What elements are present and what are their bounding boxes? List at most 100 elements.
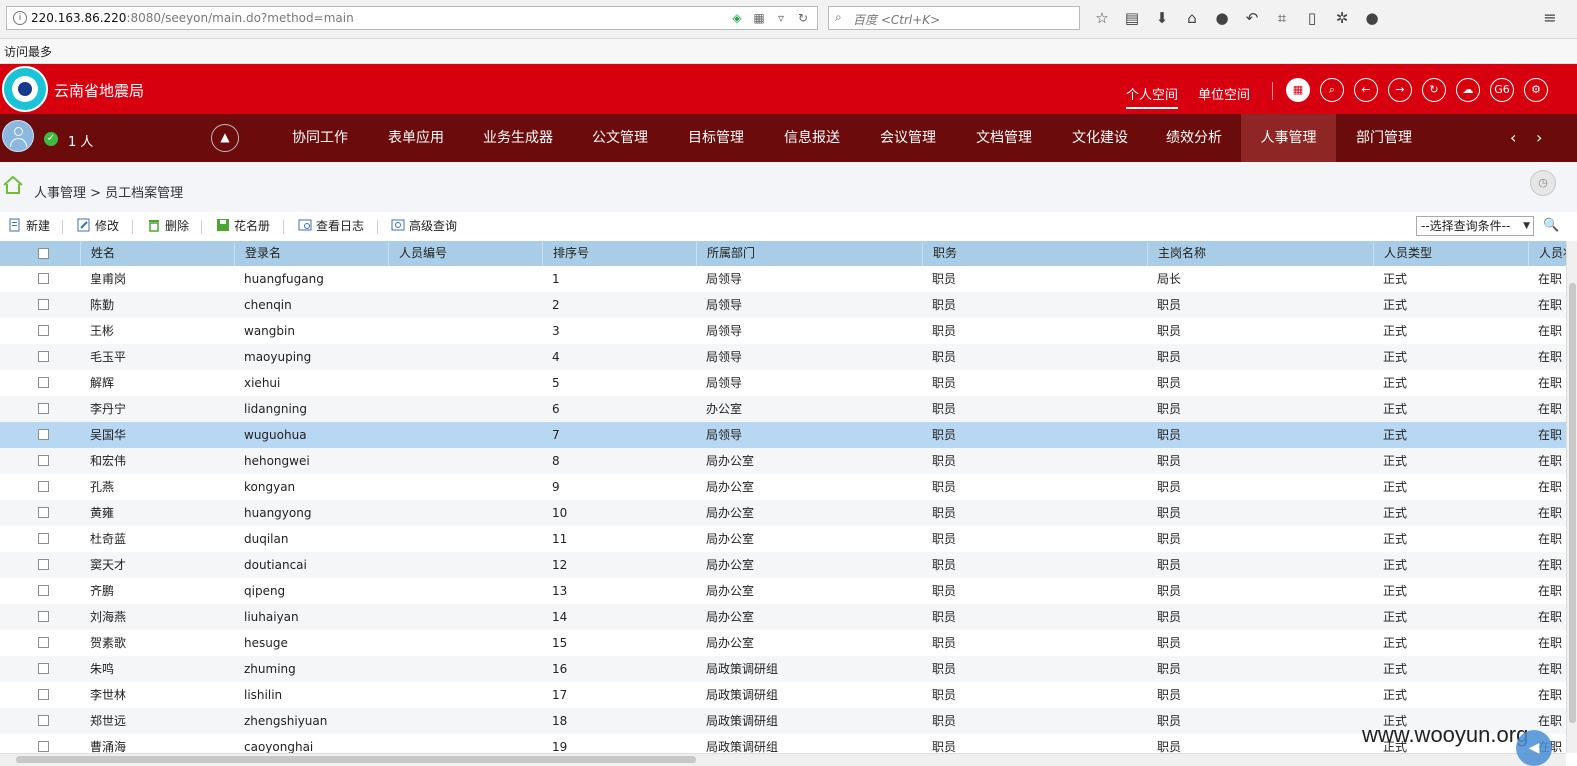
new-button[interactable]: 新建 [8, 217, 50, 234]
navigation-arrow-icon[interactable]: ▲ [211, 124, 239, 152]
search-icon[interactable]: 🔍 [1543, 218, 1559, 233]
table-row[interactable]: 窦天才 doutiancai 12 局办公室 职员 职员 正式 在职 [0, 552, 1566, 578]
chat-icon[interactable]: ● [1212, 8, 1232, 28]
nav-item-form-app[interactable]: 表单应用 [368, 114, 464, 162]
vertical-scrollbar[interactable] [1566, 241, 1577, 753]
delete-button[interactable]: 删除 [147, 217, 189, 234]
table-row[interactable]: 郑世远 zhengshiyuan 18 局政策调研组 职员 职员 正式 在职 [0, 708, 1566, 734]
qrcode-icon[interactable]: ▦ [751, 10, 767, 26]
star-icon[interactable]: ☆ [1092, 8, 1112, 28]
horizontal-scrollbar[interactable] [0, 753, 1566, 766]
search-icon[interactable]: ⌕ [1320, 78, 1344, 102]
row-checkbox[interactable] [38, 481, 49, 492]
column-header-sort-no[interactable]: 排序号 [542, 241, 696, 266]
shield-icon[interactable]: ◈ [729, 10, 745, 26]
row-checkbox[interactable] [38, 689, 49, 700]
row-checkbox[interactable] [38, 715, 49, 726]
home-icon[interactable]: ⌂ [1182, 8, 1202, 28]
download-icon[interactable]: ⬇ [1152, 8, 1172, 28]
row-checkbox[interactable] [38, 377, 49, 388]
row-checkbox[interactable] [38, 429, 49, 440]
row-checkbox[interactable] [38, 351, 49, 362]
table-row[interactable]: 贺素歌 hesuge 15 局办公室 职员 职员 正式 在职 [0, 630, 1566, 656]
settings-icon[interactable]: ⚙ [1524, 78, 1548, 102]
online-count[interactable]: 1 人 [68, 131, 93, 150]
column-header-employee-no[interactable]: 人员编号 [388, 241, 542, 266]
grid-icon[interactable]: ▦ [1286, 78, 1310, 102]
table-row[interactable]: 吴国华 wuguohua 7 局领导 职员 职员 正式 在职 [0, 422, 1566, 448]
row-checkbox[interactable] [38, 637, 49, 648]
row-checkbox[interactable] [38, 299, 49, 310]
forward-icon[interactable]: → [1388, 78, 1412, 102]
bookmark-most-visited[interactable]: 访问最多 [4, 43, 52, 60]
nav-item-hr[interactable]: 人事管理 [1241, 114, 1336, 162]
row-checkbox[interactable] [38, 507, 49, 518]
reading-list-icon[interactable]: ▤ [1122, 8, 1142, 28]
edit-button[interactable]: 修改 [77, 217, 119, 234]
table-row[interactable]: 黄雍 huangyong 10 局办公室 职员 职员 正式 在职 [0, 500, 1566, 526]
nav-item-collaboration[interactable]: 协同工作 [272, 114, 368, 162]
nav-item-docs[interactable]: 文档管理 [956, 114, 1052, 162]
site-info-icon[interactable]: i [13, 11, 27, 25]
clock-icon[interactable]: ◷ [1530, 170, 1556, 196]
table-row[interactable]: 陈勤 chenqin 2 局领导 职员 职员 正式 在职 [0, 292, 1566, 318]
nav-item-info-report[interactable]: 信息报送 [764, 114, 860, 162]
table-row[interactable]: 杜奇蓝 duqilan 11 局办公室 职员 职员 正式 在职 [0, 526, 1566, 552]
back-icon[interactable]: ← [1354, 78, 1378, 102]
extension-icon[interactable]: ✲ [1332, 8, 1352, 28]
tab-personal-space[interactable]: 个人空间 [1126, 84, 1179, 109]
message-icon[interactable]: ● [1362, 8, 1382, 28]
view-log-button[interactable]: 查看日志 [298, 217, 364, 234]
g6-icon[interactable]: G6 [1490, 78, 1514, 102]
menu-icon[interactable]: ≡ [1540, 8, 1560, 28]
nav-item-performance[interactable]: 绩效分析 [1146, 114, 1242, 162]
table-row[interactable]: 孔燕 kongyan 9 局办公室 职员 职员 正式 在职 [0, 474, 1566, 500]
table-row[interactable]: 李世林 lishilin 17 局政策调研组 职员 职员 正式 在职 [0, 682, 1566, 708]
url-text[interactable]: 220.163.86.220:8080/seeyon/main.do?metho… [31, 11, 354, 25]
row-checkbox[interactable] [38, 325, 49, 336]
url-bar[interactable]: i 220.163.86.220:8080/seeyon/main.do?met… [6, 6, 818, 30]
row-checkbox[interactable] [38, 741, 49, 752]
column-header-main-post[interactable]: 主岗名称 [1147, 241, 1373, 266]
chevron-right-icon[interactable]: › [1536, 128, 1542, 147]
browser-search-input[interactable]: ⌕ 百度 <Ctrl+K> [828, 6, 1080, 30]
row-checkbox[interactable] [38, 455, 49, 466]
row-checkbox[interactable] [38, 403, 49, 414]
nav-item-document[interactable]: 公文管理 [572, 114, 668, 162]
nav-item-meeting[interactable]: 会议管理 [860, 114, 956, 162]
advanced-query-button[interactable]: 高级查询 [391, 217, 457, 234]
column-header-department[interactable]: 所属部门 [696, 241, 922, 266]
query-condition-select[interactable]: --选择查询条件-- ▼ [1416, 216, 1534, 236]
table-row[interactable]: 皇甫岗 huangfugang 1 局领导 职员 局长 正式 在职 [0, 266, 1566, 292]
cloud-icon[interactable]: ☁ [1456, 78, 1480, 102]
row-checkbox[interactable] [38, 533, 49, 544]
reload-icon[interactable]: ↻ [795, 10, 811, 26]
table-row[interactable]: 齐鹏 qipeng 13 局办公室 职员 职员 正式 在职 [0, 578, 1566, 604]
chevron-left-icon[interactable]: ‹ [1510, 128, 1516, 147]
dropdown-icon[interactable]: ▿ [773, 10, 789, 26]
column-header-staff-type[interactable]: 人员类型 [1373, 241, 1528, 266]
table-row[interactable]: 朱鸣 zhuming 16 局政策调研组 职员 职员 正式 在职 [0, 656, 1566, 682]
row-checkbox[interactable] [38, 559, 49, 570]
user-avatar[interactable] [2, 120, 34, 152]
undo-icon[interactable]: ↶ [1242, 8, 1262, 28]
tab-unit-space[interactable]: 单位空间 [1198, 84, 1250, 109]
home-icon[interactable] [2, 174, 24, 196]
column-header-login[interactable]: 登录名 [234, 241, 388, 266]
page-icon[interactable]: ▯ [1302, 8, 1322, 28]
column-header-name[interactable]: 姓名 [80, 241, 234, 266]
refresh-icon[interactable]: ↻ [1422, 78, 1446, 102]
table-row[interactable]: 毛玉平 maoyuping 4 局领导 职员 职员 正式 在职 [0, 344, 1566, 370]
table-row[interactable]: 解辉 xiehui 5 局领导 职员 职员 正式 在职 [0, 370, 1566, 396]
nav-item-business-generator[interactable]: 业务生成器 [464, 114, 572, 162]
speaker-icon[interactable]: ◀ [1516, 730, 1552, 766]
table-row[interactable]: 李丹宁 lidangning 6 办公室 职员 职员 正式 在职 [0, 396, 1566, 422]
nav-item-culture[interactable]: 文化建设 [1052, 114, 1148, 162]
select-all-checkbox[interactable] [38, 248, 49, 259]
row-checkbox[interactable] [38, 663, 49, 674]
row-checkbox[interactable] [38, 273, 49, 284]
column-header-position[interactable]: 职务 [922, 241, 1147, 266]
row-checkbox[interactable] [38, 585, 49, 596]
nav-item-department[interactable]: 部门管理 [1336, 114, 1432, 162]
row-checkbox[interactable] [38, 611, 49, 622]
